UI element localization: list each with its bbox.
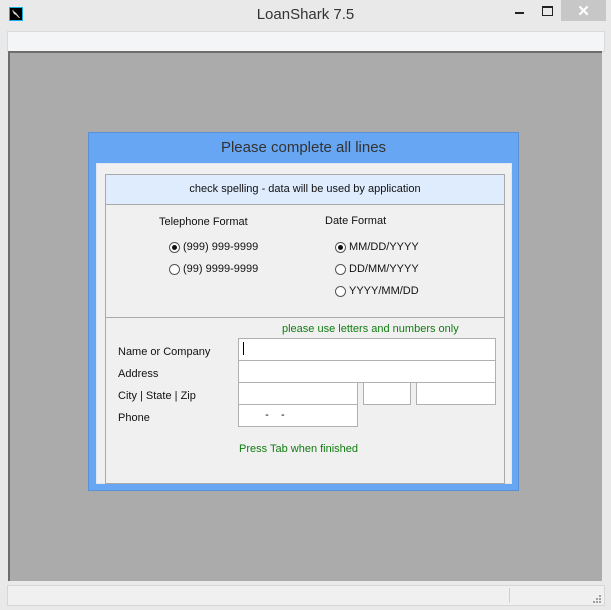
minimize-button[interactable] [504, 0, 534, 21]
dialog-body: check spelling - data will be used by ap… [96, 163, 512, 484]
tab-hint: Press Tab when finished [239, 443, 359, 455]
phone-format-option-2[interactable]: (99) 9999-9999 [169, 263, 258, 275]
close-button[interactable]: ✕ [561, 0, 606, 21]
name-label: Name or Company [118, 346, 211, 358]
radio-button-selected[interactable] [335, 241, 346, 253]
resize-grip-icon[interactable] [592, 594, 601, 603]
phone-input[interactable]: - - [238, 404, 358, 427]
text-caret [243, 342, 244, 355]
input-hint: please use letters and numbers only [282, 323, 459, 335]
name-input[interactable] [238, 338, 496, 361]
option-label: MM/DD/YYYY [349, 241, 419, 253]
zip-input[interactable] [416, 382, 496, 405]
radio-button[interactable] [335, 263, 346, 275]
status-separator [509, 588, 510, 603]
radio-button[interactable] [335, 285, 346, 297]
toolbar [7, 31, 605, 52]
title-bar[interactable]: LoanShark 7.5 ✕ [0, 0, 611, 30]
status-bar [7, 585, 605, 606]
option-label: (999) 999-9999 [183, 241, 259, 253]
entry-dialog: Please complete all lines check spelling… [88, 132, 519, 491]
spelling-notice: check spelling - data will be used by ap… [106, 175, 504, 205]
close-icon: ✕ [577, 2, 590, 20]
dialog-title: Please complete all lines [220, 139, 387, 156]
city-input[interactable] [238, 382, 358, 405]
option-label: DD/MM/YYYY [349, 263, 419, 275]
minimize-icon [514, 11, 524, 14]
date-format-label: Date Format [325, 215, 387, 227]
state-input[interactable] [363, 382, 411, 405]
option-label: (99) 9999-9999 [183, 263, 259, 275]
date-format-option-2[interactable]: DD/MM/YYYY [335, 263, 419, 275]
address-input[interactable] [238, 360, 496, 383]
city-state-zip-label: City | State | Zip [118, 390, 196, 402]
address-label: Address [118, 368, 159, 380]
phone-label: Phone [118, 412, 150, 424]
form-group: check spelling - data will be used by ap… [105, 174, 505, 484]
section-divider [106, 317, 504, 318]
maximize-icon [541, 5, 553, 16]
phone-format-option-1[interactable]: (999) 999-9999 [169, 241, 258, 253]
telephone-format-label: Telephone Format [159, 216, 248, 228]
maximize-button[interactable] [532, 0, 562, 21]
radio-button[interactable] [169, 263, 180, 275]
radio-button-selected[interactable] [169, 241, 180, 253]
option-label: YYYY/MM/DD [349, 285, 419, 297]
date-format-option-3[interactable]: YYYY/MM/DD [335, 285, 419, 297]
date-format-option-1[interactable]: MM/DD/YYYY [335, 241, 419, 253]
